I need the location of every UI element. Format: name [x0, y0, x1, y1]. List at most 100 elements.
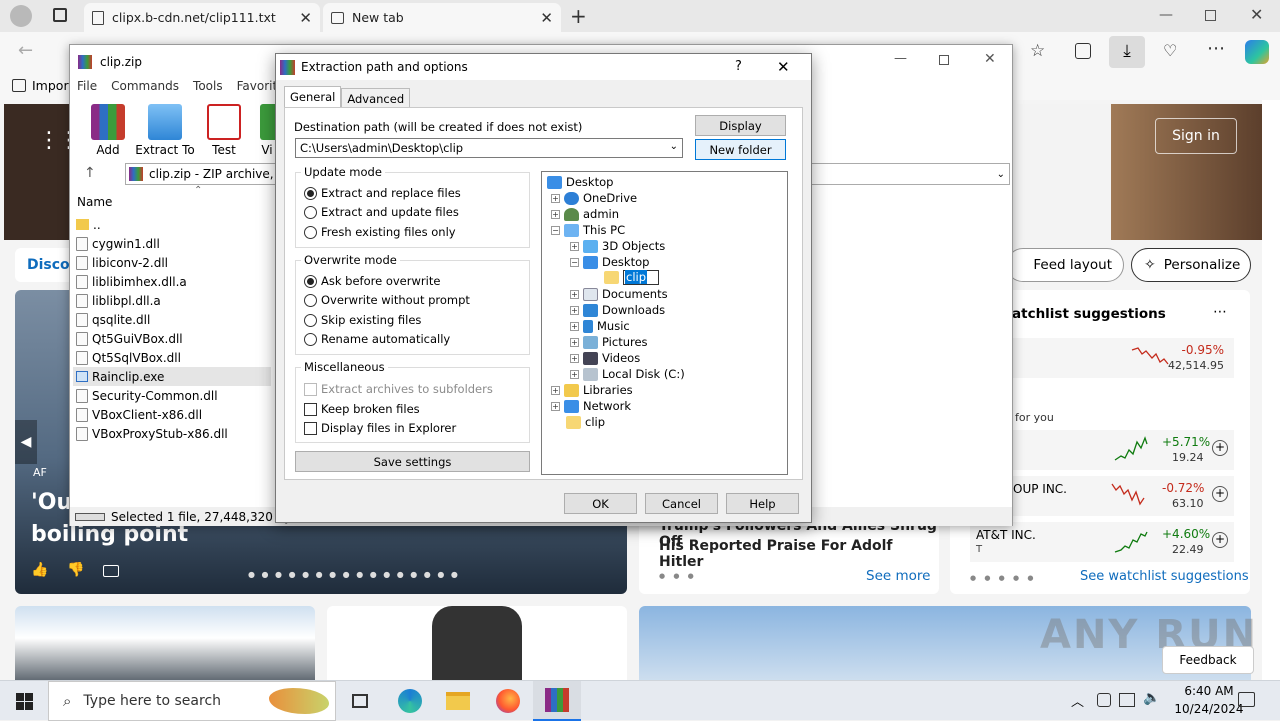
close-icon[interactable]: ✕ [984, 51, 996, 67]
rename-input[interactable]: clip [623, 269, 659, 285]
extract-replace-radio[interactable]: Extract and replace files [304, 186, 461, 200]
page-scrollbar[interactable] [1262, 100, 1280, 680]
tree-desktop[interactable]: Desktop [547, 174, 613, 190]
dislike-icon[interactable]: 👎 [67, 562, 84, 578]
favorites-icon[interactable]: ☆ [1030, 41, 1045, 61]
menu-file[interactable]: File [77, 79, 97, 99]
list-item[interactable]: VBoxProxyStub-x86.dll [76, 424, 276, 443]
see-more-link[interactable]: See more [866, 568, 930, 584]
import-favorites[interactable]: Impor [12, 78, 69, 93]
winrar-taskbar-icon[interactable] [533, 681, 581, 721]
tree-localdisk[interactable]: + Local Disk (C:) [570, 366, 685, 382]
ok-button[interactable]: OK [564, 493, 637, 514]
cancel-button[interactable]: Cancel [645, 493, 718, 514]
tree-downloads[interactable]: + Downloads [570, 302, 665, 318]
view-button[interactable]: Vi [246, 101, 276, 157]
tab-advanced[interactable]: Advanced [341, 88, 411, 109]
ask-overwrite-radio[interactable]: Ask before overwrite [304, 274, 440, 288]
skip-existing-radio[interactable]: Skip existing files [304, 313, 421, 327]
discover-pill[interactable]: Disco [15, 248, 75, 282]
tree-thispc[interactable]: − This PC [551, 222, 625, 238]
news-image-card[interactable] [327, 606, 627, 686]
add-stock-icon[interactable]: + [1212, 486, 1228, 502]
list-item[interactable]: Qt5SqlVBox.dll [76, 348, 276, 367]
up-folder-icon[interactable]: ↑ [84, 165, 96, 181]
tree-pictures[interactable]: + Pictures [570, 334, 648, 350]
edge-icon[interactable] [386, 681, 434, 721]
volume-icon[interactable]: 🔈 [1143, 690, 1160, 706]
list-item[interactable]: Security-Common.dll [76, 386, 276, 405]
chevron-down-icon[interactable]: ⌄ [997, 169, 1009, 180]
list-item-selected[interactable]: Rainclip.exe [73, 367, 271, 386]
clock-time[interactable]: 6:40 AM [1172, 684, 1246, 698]
firefox-icon[interactable] [484, 681, 532, 721]
rename-auto-radio[interactable]: Rename automatically [304, 332, 450, 346]
list-item[interactable]: VBoxClient-x86.dll [76, 405, 276, 424]
chevron-down-icon[interactable]: ⌄ [670, 141, 678, 155]
performance-icon[interactable]: ♡ [1163, 41, 1177, 60]
minimize-icon[interactable]: — [894, 51, 907, 66]
like-icon[interactable]: 👍 [31, 562, 48, 578]
notification-icon[interactable] [1238, 692, 1255, 707]
file-explorer-icon[interactable] [434, 681, 482, 721]
minimize-icon[interactable]: — [1159, 7, 1173, 23]
keep-broken-checkbox[interactable]: Keep broken files [304, 402, 420, 416]
destination-path-input[interactable]: C:\Users\admin\Desktop\clip ⌄ [295, 138, 683, 158]
news-image-card[interactable] [15, 606, 315, 686]
list-item[interactable]: liblibpl.dll.a [76, 291, 276, 310]
tree-desktop-sub[interactable]: − Desktop [570, 254, 649, 270]
tree-libraries[interactable]: + Libraries [551, 382, 633, 398]
see-watchlist-link[interactable]: See watchlist suggestions [1080, 569, 1249, 584]
tray-app-icon[interactable] [1097, 693, 1111, 707]
restore-icon[interactable] [1205, 10, 1216, 21]
list-item[interactable]: libiconv-2.dll [76, 253, 276, 272]
list-item[interactable]: .. [76, 215, 276, 234]
tray-chevron-icon[interactable]: ︿ [1071, 691, 1084, 710]
carousel-dots[interactable]: ● ● ● ● ● ● ● ● ● ● ● ● ● ● ● ● [248, 570, 460, 579]
test-button[interactable]: Test [194, 101, 254, 157]
help-button[interactable]: Help [726, 493, 799, 514]
feed-layout-button[interactable]: Feed layout [1006, 248, 1124, 282]
tree-network[interactable]: + Network [551, 398, 631, 414]
tree-clip-new[interactable]: clip [604, 269, 659, 285]
list-item[interactable]: cygwin1.dll [76, 234, 276, 253]
list-item[interactable]: liblibimhex.dll.a [76, 272, 276, 291]
start-button[interactable] [0, 681, 48, 721]
close-tab-icon[interactable]: ✕ [540, 9, 553, 27]
extract-to-button[interactable]: Extract To [135, 101, 195, 157]
tree-documents[interactable]: + Documents [570, 286, 668, 302]
tree-3dobjects[interactable]: +3D Objects [570, 238, 665, 254]
maximize-icon[interactable] [939, 55, 949, 65]
carousel-prev-icon[interactable]: ◀ [15, 420, 37, 464]
more-icon[interactable]: ⋯ [1207, 38, 1225, 59]
feedback-button[interactable]: Feedback [1162, 646, 1254, 674]
task-view-icon[interactable] [336, 681, 384, 721]
new-folder-button[interactable]: New folder [695, 139, 786, 160]
list-item[interactable]: qsqlite.dll [76, 310, 276, 329]
overwrite-no-prompt-radio[interactable]: Overwrite without prompt [304, 293, 470, 307]
extract-update-radio[interactable]: Extract and update files [304, 205, 459, 219]
copilot-icon[interactable] [1245, 40, 1269, 64]
add-button[interactable]: Add [78, 101, 138, 157]
add-stock-icon[interactable]: + [1212, 532, 1228, 548]
column-header-name[interactable]: Name [77, 195, 112, 209]
back-icon[interactable]: ← [18, 40, 33, 61]
help-icon[interactable]: ? [735, 59, 742, 74]
save-settings-button[interactable]: Save settings [295, 451, 530, 472]
menu-commands[interactable]: Commands [111, 79, 179, 99]
tree-admin[interactable]: + admin [551, 206, 619, 222]
tab-clip111[interactable]: clipx.b-cdn.net/clip111.txt ✕ [84, 3, 320, 32]
list-item[interactable]: Qt5GuiVBox.dll [76, 329, 276, 348]
watchlist-more-icon[interactable]: ⋯ [1213, 304, 1227, 320]
network-icon[interactable] [1119, 693, 1135, 707]
downloads-icon[interactable]: ⤓ [1109, 36, 1145, 68]
menu-tools[interactable]: Tools [193, 79, 223, 99]
personalize-button[interactable]: ✧ Personalize [1131, 248, 1251, 282]
tree-clip[interactable]: clip [566, 414, 605, 430]
close-icon[interactable]: ✕ [777, 58, 790, 76]
comment-icon[interactable] [103, 565, 119, 577]
close-window-icon[interactable]: ✕ [1250, 5, 1263, 24]
taskbar-search[interactable]: ⌕ Type here to search [48, 681, 336, 721]
tree-music[interactable]: + Music [570, 318, 630, 334]
profile-avatar[interactable] [10, 5, 32, 27]
